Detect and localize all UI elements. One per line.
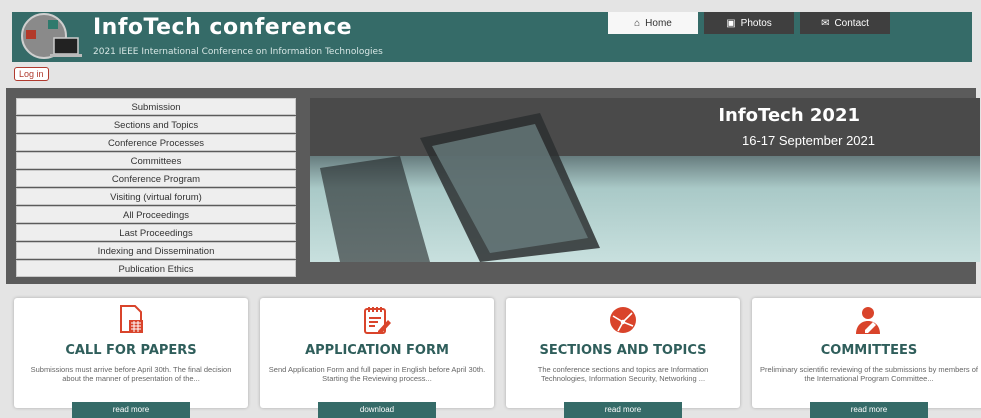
card-title: CALL FOR PAPERS — [65, 343, 197, 358]
conference-logo-icon — [21, 13, 82, 59]
card-text: Preliminary scientific reviewing of the … — [760, 365, 978, 383]
nav-photos[interactable]: ▣ Photos — [704, 12, 794, 34]
document-calculator-icon — [120, 305, 143, 333]
banner-dates: 16-17 September 2021 — [742, 133, 875, 148]
card-title: SECTIONS AND TOPICS — [539, 343, 707, 358]
login-button[interactable]: Log in — [14, 67, 49, 81]
sidebar-item-program[interactable]: Conference Program — [16, 170, 296, 187]
edit-form-icon — [364, 307, 391, 334]
nav-photos-label: Photos — [740, 17, 772, 29]
download-button[interactable]: download — [318, 402, 436, 418]
card-application-form: APPLICATION FORM Send Application Form a… — [260, 298, 494, 418]
banner-title: InfoTech 2021 — [718, 105, 860, 126]
home-icon: ⌂ — [634, 17, 641, 29]
banner-tablet-graphic — [320, 113, 600, 262]
sidebar-menu: Submission Sections and Topics Conferenc… — [16, 98, 296, 278]
card-title: COMMITTEES — [820, 343, 918, 358]
site-subtitle: 2021 IEEE International Conference on In… — [93, 47, 383, 57]
envelope-icon: ✉ — [821, 17, 830, 29]
nav-home-label: Home — [645, 17, 672, 29]
read-more-button[interactable]: read more — [72, 402, 190, 418]
nav-contact-label: Contact — [834, 17, 869, 29]
user-edit-icon — [856, 307, 880, 334]
card-sections-topics: SECTIONS AND TOPICS The conference secti… — [506, 298, 740, 418]
nav-home[interactable]: ⌂ Home — [608, 12, 698, 34]
sidebar-item-committees[interactable]: Committees — [16, 152, 296, 169]
sidebar-item-visiting[interactable]: Visiting (virtual forum) — [16, 188, 296, 205]
card-title: APPLICATION FORM — [305, 343, 449, 358]
nav-contact[interactable]: ✉ Contact — [800, 12, 890, 34]
read-more-button[interactable]: read more — [564, 402, 682, 418]
card-call-for-papers: CALL FOR PAPERS Submissions must arrive … — [14, 298, 248, 418]
card-committees: COMMITTEES Preliminary scientific review… — [752, 298, 981, 418]
site-title[interactable]: InfoTech conference — [93, 15, 352, 40]
card-text: Submissions must arrive before April 30t… — [30, 365, 232, 383]
card-text: The conference sections and topics are I… — [537, 365, 709, 383]
sidebar-item-indexing[interactable]: Indexing and Dissemination — [16, 242, 296, 259]
network-globe-icon — [610, 307, 636, 333]
sidebar-item-submission[interactable]: Submission — [16, 98, 296, 115]
camera-icon: ▣ — [726, 17, 736, 29]
top-navigation: ⌂ Home ▣ Photos ✉ Contact — [608, 12, 890, 34]
sidebar-item-all-proceedings[interactable]: All Proceedings — [16, 206, 296, 223]
card-text: Send Application Form and full paper in … — [268, 365, 486, 383]
sidebar-item-sections[interactable]: Sections and Topics — [16, 116, 296, 133]
feature-cards: CALL FOR PAPERS Submissions must arrive … — [14, 298, 981, 418]
hero-banner: InfoTech 2021 16-17 September 2021 — [310, 98, 980, 262]
sidebar-item-processes[interactable]: Conference Processes — [16, 134, 296, 151]
sidebar-item-ethics[interactable]: Publication Ethics — [16, 260, 296, 277]
read-more-button[interactable]: read more — [810, 402, 928, 418]
sidebar-item-last-proceedings[interactable]: Last Proceedings — [16, 224, 296, 241]
